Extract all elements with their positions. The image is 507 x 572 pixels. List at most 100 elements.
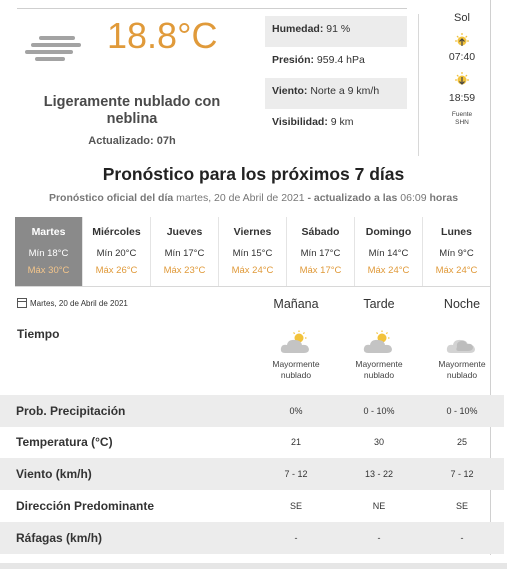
weather-manana: Mayormente nublado xyxy=(261,330,331,381)
day-name: Lunes xyxy=(441,226,472,238)
day-name: Jueves xyxy=(166,226,203,238)
weather-label: Mayormente nublado xyxy=(261,359,331,381)
cell-manana: SE xyxy=(289,501,302,511)
stat-label: Presión: xyxy=(272,54,315,66)
day-tab-jueves[interactable]: Jueves Mín 17°C Máx 23°C xyxy=(151,217,219,286)
detail-date: Martes, 20 de Abril de 2021 xyxy=(17,298,128,308)
cell-manana: 21 xyxy=(290,437,301,447)
sun-panel: Sol 07:40 18:59 Fuente SHN xyxy=(440,12,484,127)
row-precipitation: Prob. Precipitación 0% 0 - 10% 0 - 10% xyxy=(0,395,504,427)
cell-manana: 0% xyxy=(289,406,303,416)
day-name: Miércoles xyxy=(92,226,141,238)
day-tab-lunes[interactable]: Lunes Mín 9°C Máx 24°C xyxy=(423,217,490,286)
stat-value: 9 km xyxy=(327,116,354,128)
row-label: Ráfagas (km/h) xyxy=(16,531,103,545)
row-label: Temperatura (°C) xyxy=(16,435,113,449)
cell-noche: 7 - 12 xyxy=(450,469,474,479)
cell-tarde: NE xyxy=(372,501,386,511)
day-tab-martes[interactable]: Martes Mín 18°C Máx 30°C xyxy=(15,217,83,286)
calendar-icon xyxy=(17,298,27,308)
weather-label-line2: nublado xyxy=(446,370,478,380)
sunset-icon xyxy=(452,70,472,90)
top-divider xyxy=(17,8,407,9)
day-max: Máx 24°C xyxy=(231,265,274,276)
day-min: Mín 20°C xyxy=(96,248,137,259)
day-name: Sábado xyxy=(301,226,340,238)
stat-wind: Viento: Norte a 9 km/h xyxy=(265,78,407,109)
cell-tarde: 13 - 22 xyxy=(364,469,394,479)
row-label: Dirección Predominante xyxy=(16,499,155,513)
day-max: Máx 26°C xyxy=(95,265,138,276)
period-noche: Noche xyxy=(443,297,481,311)
detail-date-text: Martes, 20 de Abril de 2021 xyxy=(30,298,128,308)
subtitle-suffix: horas xyxy=(429,192,459,204)
cell-tarde: 0 - 10% xyxy=(363,406,395,416)
sunrise-time: 07:40 xyxy=(448,51,476,63)
cell-noche: 0 - 10% xyxy=(446,406,478,416)
day-tab-miercoles[interactable]: Miércoles Mín 20°C Máx 26°C xyxy=(83,217,151,286)
sun-title: Sol xyxy=(454,12,470,24)
day-max: Máx 17°C xyxy=(299,265,342,276)
stats-divider xyxy=(418,14,419,156)
day-tab-domingo[interactable]: Domingo Mín 14°C Máx 24°C xyxy=(355,217,423,286)
subtitle-prefix: Pronóstico oficial del día xyxy=(48,192,174,204)
cell-manana: - xyxy=(294,533,298,543)
row-temperature: Temperatura (°C) 21 30 25 xyxy=(0,426,504,458)
cell-tarde: - xyxy=(377,533,381,543)
forecast-subtitle: Pronóstico oficial del día martes, 20 de… xyxy=(0,192,507,204)
day-max: Máx 23°C xyxy=(163,265,206,276)
bottom-divider xyxy=(0,563,507,569)
current-temperature: 18.8°C xyxy=(107,15,218,56)
sun-source: Fuente SHN xyxy=(440,111,484,127)
row-label: Viento (km/h) xyxy=(16,467,92,481)
current-stats: Humedad: 91 % Presión: 959.4 hPa Viento:… xyxy=(265,16,407,140)
fog-icon xyxy=(25,30,85,61)
weather-label-line2: nublado xyxy=(280,370,312,380)
day-min: Mín 17°C xyxy=(300,248,341,259)
subtitle-time: 06:09 xyxy=(397,192,430,204)
day-min: Mín 17°C xyxy=(164,248,205,259)
cell-tarde: 30 xyxy=(373,437,384,447)
cell-noche: SE xyxy=(455,501,468,511)
stat-label: Humedad: xyxy=(272,23,324,35)
stat-visibility: Visibilidad: 9 km xyxy=(265,109,407,140)
tiempo-label: Tiempo xyxy=(17,327,60,341)
day-min: Mín 9°C xyxy=(439,248,474,259)
cell-noche: 25 xyxy=(456,437,467,447)
day-max: Máx 24°C xyxy=(435,265,478,276)
weather-noche: Mayormente nublado xyxy=(427,330,497,381)
day-name: Domingo xyxy=(365,226,412,238)
day-tab-viernes[interactable]: Viernes Mín 15°C Máx 24°C xyxy=(219,217,287,286)
row-wind: Viento (km/h) 7 - 12 13 - 22 7 - 12 xyxy=(0,458,504,490)
day-min: Mín 18°C xyxy=(28,248,69,259)
partly-cloudy-night-icon xyxy=(446,339,475,353)
weather-label-line1: Mayormente xyxy=(355,359,403,369)
day-tab-sabado[interactable]: Sábado Mín 17°C Máx 17°C xyxy=(287,217,355,286)
partly-cloudy-day-icon xyxy=(363,330,392,353)
period-manana: Mañana xyxy=(273,297,319,311)
current-conditions: 18.8°C Ligeramente nublado con neblina A… xyxy=(17,12,257,152)
weather-label-line2: nublado xyxy=(363,370,395,380)
day-min: Mín 15°C xyxy=(232,248,273,259)
sun-source-name: SHN xyxy=(455,119,469,126)
stat-pressure: Presión: 959.4 hPa xyxy=(265,47,407,78)
sun-source-label: Fuente xyxy=(451,111,473,118)
stat-value: Norte a 9 km/h xyxy=(307,85,380,97)
weather-label-line1: Mayormente xyxy=(438,359,486,369)
weather-label-line1: Mayormente xyxy=(272,359,320,369)
day-max: Máx 30°C xyxy=(27,265,70,276)
cell-manana: 7 - 12 xyxy=(284,469,308,479)
subtitle-date: martes, 20 de Abril de 2021 xyxy=(173,192,308,204)
forecast-title: Pronóstico para los próximos 7 días xyxy=(102,164,405,184)
weather-tarde: Mayormente nublado xyxy=(344,330,414,381)
partly-cloudy-day-icon xyxy=(280,330,309,353)
weather-label: Mayormente nublado xyxy=(427,359,497,381)
stat-value: 959.4 hPa xyxy=(314,54,365,66)
weather-label: Mayormente nublado xyxy=(344,359,414,381)
row-gusts: Ráfagas (km/h) - - - xyxy=(0,522,504,554)
cell-noche: - xyxy=(460,533,464,543)
stat-humidity: Humedad: 91 % xyxy=(265,16,407,47)
row-label: Prob. Precipitación xyxy=(16,404,126,418)
period-tarde: Tarde xyxy=(363,297,395,311)
updated-time: Actualizado: 07h xyxy=(88,135,176,147)
